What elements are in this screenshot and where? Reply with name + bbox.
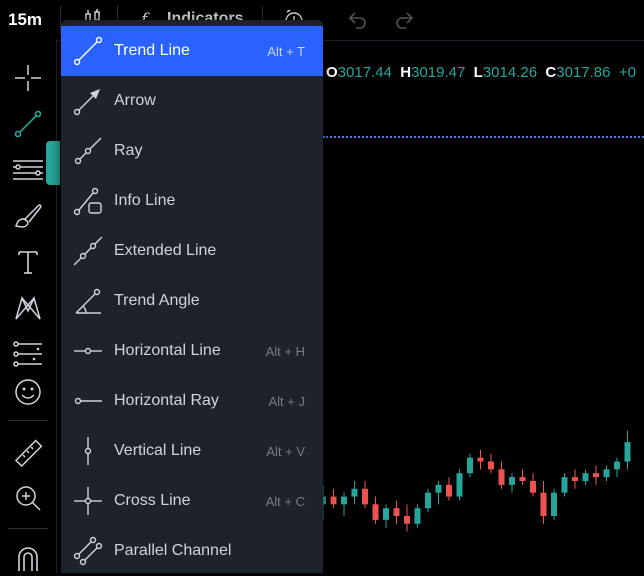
info-line-icon: [61, 176, 114, 226]
close-label: C: [545, 64, 557, 81]
menu-item-label: Parallel Channel: [114, 542, 232, 559]
ray-icon: [61, 126, 114, 176]
brush-icon[interactable]: [10, 198, 46, 234]
toolbar-divider: [8, 528, 48, 529]
candle: [404, 504, 410, 532]
horizontal-ray-icon: [61, 376, 114, 426]
menu-item-arrow[interactable]: Arrow: [61, 76, 323, 126]
candle: [530, 473, 536, 497]
candle: [393, 500, 400, 524]
menu-item-label: Info Line: [114, 192, 176, 209]
undo-icon[interactable]: [346, 9, 368, 31]
parallel-channel-icon: [61, 526, 114, 576]
trend-angle-icon: [61, 276, 114, 326]
menu-item-trend-line[interactable]: Trend Line Alt + T: [61, 26, 323, 76]
zoom-in-icon[interactable]: [10, 480, 46, 516]
candle: [435, 481, 442, 505]
candle: [456, 469, 463, 501]
text-icon[interactable]: [10, 244, 46, 280]
menu-item-label: Ray: [114, 142, 143, 159]
price-line: [323, 136, 644, 138]
menu-item-label: Trend Angle: [114, 292, 200, 309]
candle: [582, 469, 589, 485]
trend-line-icon: [61, 26, 114, 76]
candle: [341, 492, 347, 516]
menu-item-shortcut: Alt + H: [265, 343, 305, 359]
candle: [467, 453, 473, 478]
trend-line-tools-menu: Trend Line Alt + T Arrow Ray Info Line E…: [61, 20, 323, 573]
low-value: 3014.26: [482, 64, 538, 81]
menu-item-extended-line[interactable]: Extended Line: [61, 226, 323, 276]
candle: [593, 465, 599, 485]
open-value: 3017.44: [337, 64, 392, 81]
cross-line-icon: [61, 476, 114, 526]
candle: [362, 481, 368, 509]
candle: [551, 488, 557, 520]
menu-item-shortcut: Alt + C: [265, 493, 305, 509]
candle: [540, 481, 547, 524]
candle: [603, 465, 610, 481]
redo-icon[interactable]: [394, 9, 416, 31]
change-value: +0: [618, 64, 636, 81]
menu-item-horizontal-ray[interactable]: Horizontal Ray Alt + J: [61, 376, 323, 426]
high-label: H: [400, 64, 412, 81]
candle: [614, 457, 620, 478]
menu-item-shortcut: Alt + T: [267, 43, 305, 59]
menu-item-label: Trend Line: [114, 42, 190, 59]
menu-item-label: Horizontal Ray: [114, 392, 219, 409]
vertical-line-icon: [61, 426, 114, 476]
menu-item-horizontal-line[interactable]: Horizontal Line Alt + H: [61, 326, 323, 376]
candle: [414, 504, 421, 528]
horizontal-lines-icon[interactable]: [10, 152, 46, 188]
ruler-icon[interactable]: [10, 436, 46, 472]
crosshair-icon[interactable]: [10, 60, 46, 96]
candle: [509, 473, 515, 493]
low-label: L: [473, 64, 483, 81]
candle: [372, 496, 379, 524]
candle: [477, 449, 484, 470]
menu-item-ray[interactable]: Ray: [61, 126, 323, 176]
menu-item-label: Cross Line: [114, 492, 191, 509]
arrow-icon: [61, 76, 114, 126]
candle: [624, 430, 631, 470]
menu-item-label: Vertical Line: [114, 442, 202, 459]
prediction-icon[interactable]: [10, 336, 46, 372]
ohlc-legend: O3017.44 H3019.47 L3014.26 C3017.86 +0: [326, 64, 636, 81]
menu-item-vertical-line[interactable]: Vertical Line Alt + V: [61, 426, 323, 476]
menu-item-parallel-channel[interactable]: Parallel Channel: [61, 526, 323, 576]
menu-item-label: Extended Line: [114, 242, 217, 259]
menu-item-trend-angle[interactable]: Trend Angle: [61, 276, 323, 326]
menu-item-label: Horizontal Line: [114, 342, 221, 359]
menu-item-shortcut: Alt + V: [266, 443, 305, 459]
menu-item-label: Arrow: [114, 92, 156, 109]
high-value: 3019.47: [411, 64, 466, 81]
extended-line-icon: [61, 226, 114, 276]
drawing-toolbar: [0, 40, 60, 576]
horizontal-line-icon: [61, 326, 114, 376]
candle: [425, 488, 431, 513]
candle: [561, 473, 568, 497]
interval-button[interactable]: 15m: [8, 10, 42, 30]
candle: [498, 461, 505, 489]
candle: [488, 453, 494, 474]
candle: [446, 477, 452, 501]
candle: [383, 504, 389, 528]
candle: [572, 469, 578, 489]
menu-item-info-line[interactable]: Info Line: [61, 176, 323, 226]
open-label: O: [326, 64, 338, 81]
trend-line-icon[interactable]: [10, 106, 46, 142]
candle: [330, 488, 337, 509]
toolbar-divider: [8, 420, 48, 421]
menu-item-shortcut: Alt + J: [268, 393, 306, 409]
candle: [351, 481, 358, 505]
magnet-icon[interactable]: [10, 540, 46, 576]
menu-item-cross-line[interactable]: Cross Line Alt + C: [61, 476, 323, 526]
close-value: 3017.86: [556, 64, 611, 81]
candle: [519, 469, 526, 485]
patterns-icon[interactable]: [10, 290, 46, 326]
emoji-icon[interactable]: [10, 374, 46, 410]
